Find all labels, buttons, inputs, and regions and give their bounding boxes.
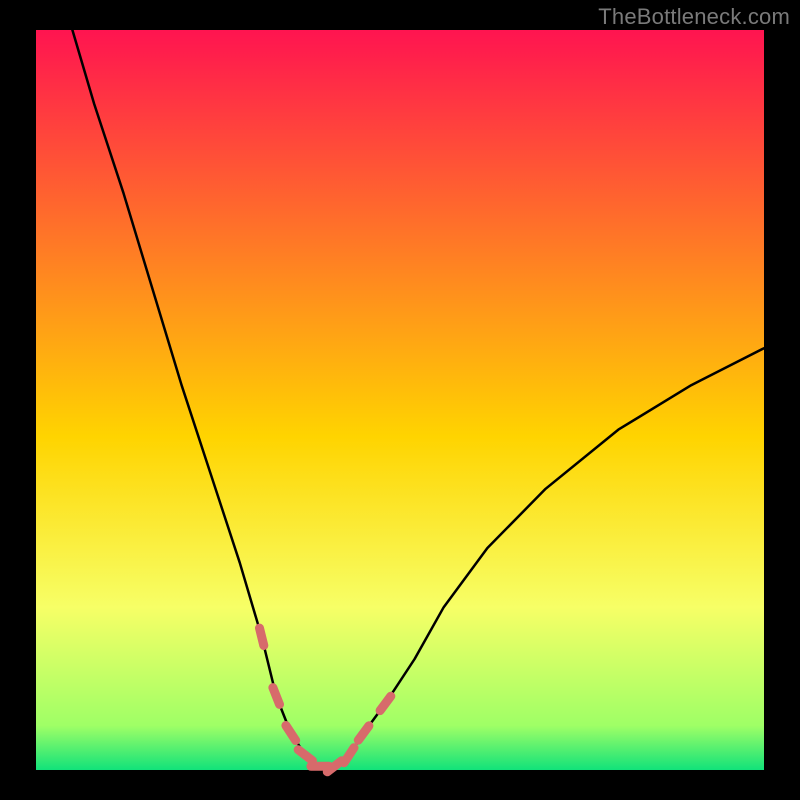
chart-frame: { "watermark": "TheBottleneck.com", "col… [0,0,800,800]
watermark-text: TheBottleneck.com [598,4,790,30]
plot-gradient-bg [36,30,764,770]
bottleneck-chart [0,0,800,800]
